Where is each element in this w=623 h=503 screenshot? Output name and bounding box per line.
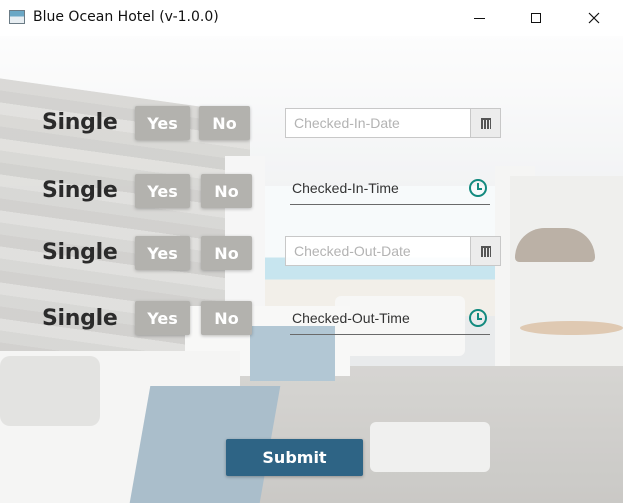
checked-in-date-input[interactable]: Checked-In-Date [294,115,400,131]
maximize-button[interactable] [507,0,565,36]
calendar-icon [480,245,491,257]
minimize-icon [473,17,485,19]
maximize-icon [531,13,541,23]
checked-in-time-picker[interactable]: Checked-In-Time [290,174,490,205]
yes-button[interactable]: Yes [135,301,190,335]
checked-out-date-input[interactable]: Checked-Out-Date [294,243,411,259]
checked-in-time-input[interactable]: Checked-In-Time [292,180,399,196]
calendar-button[interactable] [470,237,500,265]
clock-icon[interactable] [469,309,487,327]
hotel-room-background [0,36,623,503]
room-type-label: Single [42,240,118,265]
no-button[interactable]: No [199,106,250,140]
yes-button[interactable]: Yes [135,174,190,208]
window-title: Blue Ocean Hotel (v-1.0.0) [33,9,219,25]
yes-button[interactable]: Yes [135,106,190,140]
calendar-icon [480,117,491,129]
submit-button[interactable]: Submit [226,439,363,476]
clock-icon[interactable] [469,179,487,197]
minimize-button[interactable] [450,0,508,36]
calendar-button[interactable] [470,109,500,137]
checked-in-date-picker[interactable]: Checked-In-Date [285,108,501,138]
checked-out-date-picker[interactable]: Checked-Out-Date [285,236,501,266]
close-icon [588,12,600,24]
app-icon [9,10,25,24]
room-type-label: Single [42,178,118,203]
no-button[interactable]: No [201,236,252,270]
yes-button[interactable]: Yes [135,236,190,270]
title-bar: Blue Ocean Hotel (v-1.0.0) [0,0,623,36]
no-button[interactable]: No [201,301,252,335]
no-button[interactable]: No [201,174,252,208]
checked-out-time-picker[interactable]: Checked-Out-Time [290,304,490,335]
room-type-label: Single [42,306,118,331]
checked-out-time-input[interactable]: Checked-Out-Time [292,310,410,326]
room-type-label: Single [42,110,118,135]
close-button[interactable] [565,0,623,36]
